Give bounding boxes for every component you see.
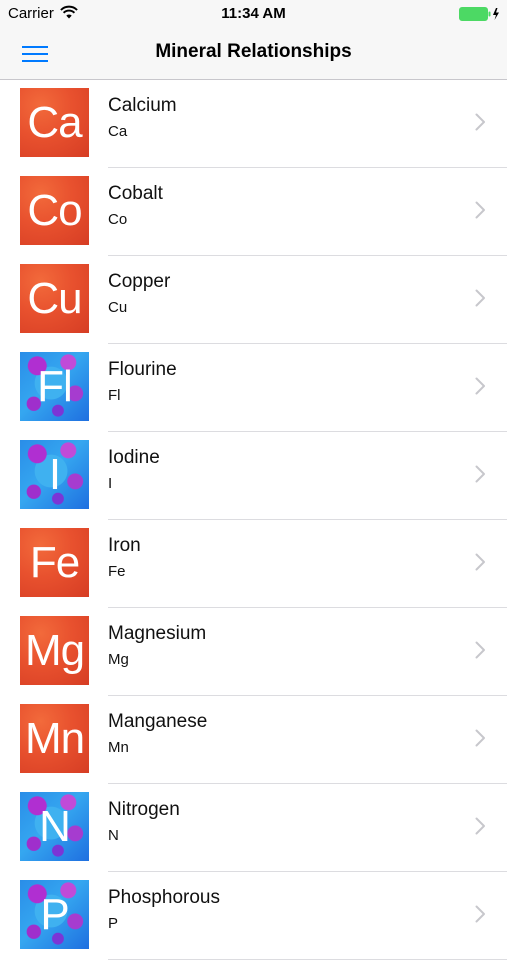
- mineral-name: Copper: [108, 271, 171, 292]
- mineral-name: Phosphorous: [108, 887, 220, 908]
- mineral-name: Flourine: [108, 359, 177, 380]
- chevron-right-icon: [475, 553, 485, 571]
- chevron-right-icon: [475, 465, 485, 483]
- status-time: 11:34 AM: [221, 5, 286, 22]
- mineral-tile-symbol: Fl: [37, 361, 73, 411]
- mineral-tile: Fe: [20, 528, 89, 597]
- mineral-symbol: N: [108, 827, 119, 844]
- mineral-symbol: I: [108, 475, 113, 492]
- mineral-tile-symbol: Ca: [27, 97, 82, 147]
- mineral-symbol: Fl: [108, 387, 121, 404]
- mineral-name: Manganese: [108, 711, 208, 732]
- mineral-name: Nitrogen: [108, 799, 180, 820]
- battery-charging-icon: [459, 7, 499, 21]
- page-title: Mineral Relationships: [155, 41, 352, 62]
- mineral-tile-symbol: Mg: [24, 625, 85, 675]
- mineral-tile-symbol: N: [39, 801, 71, 851]
- mineral-row-flourine[interactable]: Fl Flourine Fl: [0, 344, 507, 432]
- mineral-name: Calcium: [108, 95, 177, 116]
- mineral-symbol: Mg: [108, 651, 129, 668]
- mineral-symbol: Co: [108, 211, 128, 228]
- chevron-right-icon: [475, 817, 485, 835]
- mineral-row-iron[interactable]: Fe Iron Fe: [0, 520, 507, 608]
- chevron-right-icon: [475, 201, 485, 219]
- mineral-symbol: Cu: [108, 299, 128, 316]
- mineral-tile: Co: [20, 176, 89, 245]
- mineral-tile: Cu: [20, 264, 89, 333]
- mineral-tile: P: [20, 880, 89, 949]
- mineral-tile: Ca: [20, 88, 89, 157]
- status-bar: Carrier 11:34 AM: [0, 0, 507, 28]
- chevron-right-icon: [475, 289, 485, 307]
- mineral-tile: Mn: [20, 704, 89, 773]
- mineral-name: Iodine: [108, 447, 160, 468]
- mineral-symbol: P: [108, 915, 119, 932]
- chevron-right-icon: [475, 905, 485, 923]
- mineral-row-manganese[interactable]: Mn Manganese Mn: [0, 696, 507, 784]
- mineral-row-iodine[interactable]: I Iodine I: [0, 432, 507, 520]
- mineral-symbol: Ca: [108, 123, 128, 140]
- mineral-row-phosphorous[interactable]: P Phosphorous P: [0, 872, 507, 960]
- mineral-tile-symbol: Fe: [29, 537, 80, 587]
- chevron-right-icon: [475, 113, 485, 131]
- chevron-right-icon: [475, 729, 485, 747]
- mineral-name: Iron: [108, 535, 141, 556]
- mineral-tile: N: [20, 792, 89, 861]
- mineral-name: Cobalt: [108, 183, 163, 204]
- mineral-row-magnesium[interactable]: Mg Magnesium Mg: [0, 608, 507, 696]
- mineral-symbol: Mn: [108, 739, 129, 756]
- mineral-row-copper[interactable]: Cu Copper Cu: [0, 256, 507, 344]
- mineral-row-cobalt[interactable]: Co Cobalt Co: [0, 168, 507, 256]
- mineral-list: Ca Calcium Ca Co Cobalt Co Cu Copper Cu Fl Flourin…: [0, 80, 507, 960]
- mineral-tile: Fl: [20, 352, 89, 421]
- mineral-tile: Mg: [20, 616, 89, 685]
- mineral-name: Magnesium: [108, 623, 207, 644]
- mineral-tile-symbol: P: [40, 889, 69, 939]
- chevron-right-icon: [475, 641, 485, 659]
- mineral-tile: I: [20, 440, 89, 509]
- mineral-tile-symbol: Mn: [24, 713, 85, 763]
- mineral-tile-symbol: Co: [27, 185, 82, 235]
- mineral-row-calcium[interactable]: Ca Calcium Ca: [0, 80, 507, 168]
- mineral-tile-symbol: I: [48, 449, 61, 499]
- mineral-tile-symbol: Cu: [27, 273, 82, 323]
- navigation-bar: Mineral Relationships: [0, 28, 507, 80]
- mineral-symbol: Fe: [108, 563, 126, 580]
- mineral-row-nitrogen[interactable]: N Nitrogen N: [0, 784, 507, 872]
- chevron-right-icon: [475, 377, 485, 395]
